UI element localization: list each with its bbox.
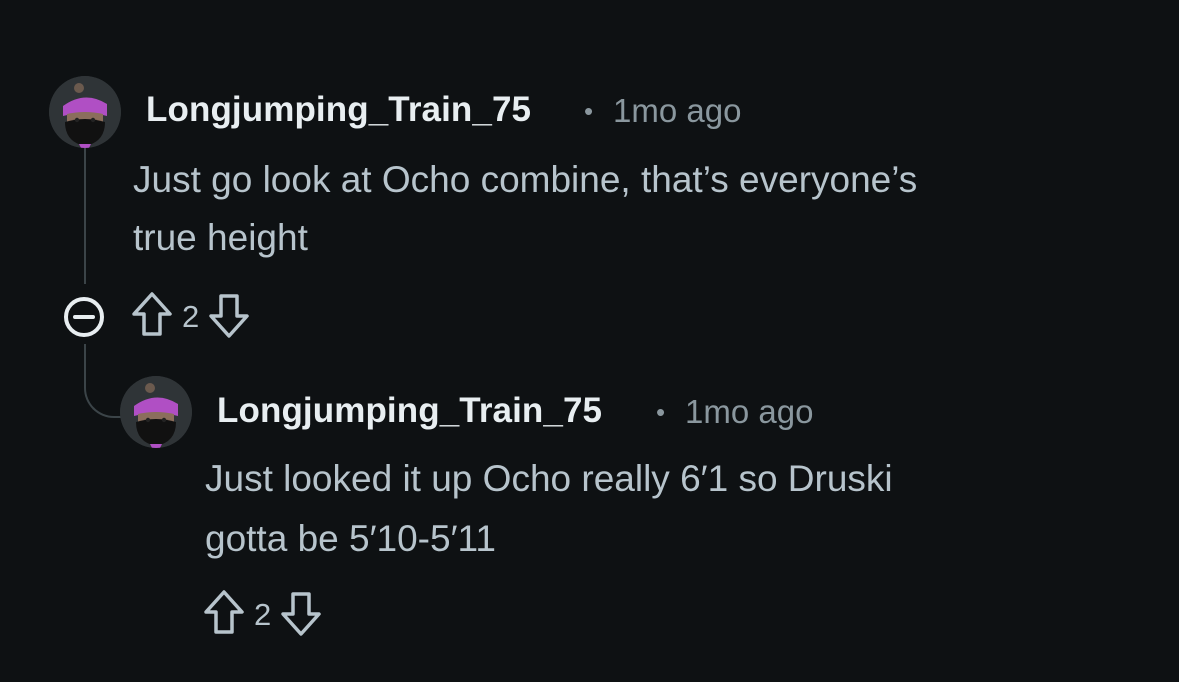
collapse-minus-icon [64, 297, 104, 337]
comment-timestamp[interactable]: 1mo ago [613, 92, 741, 130]
comment-body-line: Just go look at Ocho combine, that’s eve… [133, 159, 918, 200]
upvote-arrow-icon [204, 589, 244, 634]
comment-body-line: true height [133, 217, 308, 258]
vote-bar: 2 [130, 290, 251, 345]
comment-author[interactable]: Longjumping_Train_75 [217, 391, 602, 431]
comment-body-line: Just looked it up Ocho really 6′1 so Dru… [205, 458, 893, 499]
avatar-image [49, 76, 121, 148]
avatar-image [120, 376, 192, 448]
upvote-button[interactable] [202, 588, 246, 643]
downvote-arrow-icon [281, 591, 321, 636]
avatar[interactable] [120, 376, 192, 448]
thread-line [84, 146, 86, 284]
collapse-button[interactable] [60, 293, 108, 341]
avatar[interactable] [49, 76, 121, 148]
comment-body-line: gotta be 5′10-5′11 [205, 518, 496, 559]
upvote-arrow-icon [132, 291, 172, 336]
downvote-button[interactable] [207, 290, 251, 345]
comment-timestamp[interactable]: 1mo ago [685, 393, 813, 431]
downvote-arrow-icon [209, 293, 249, 338]
vote-count: 2 [182, 299, 200, 334]
meta-separator: • [584, 96, 594, 126]
comment-author[interactable]: Longjumping_Train_75 [146, 90, 531, 130]
vote-count: 2 [254, 597, 272, 632]
downvote-button[interactable] [279, 588, 323, 643]
meta-separator: • [656, 397, 666, 427]
upvote-button[interactable] [130, 290, 174, 345]
vote-bar: 2 [202, 588, 323, 643]
